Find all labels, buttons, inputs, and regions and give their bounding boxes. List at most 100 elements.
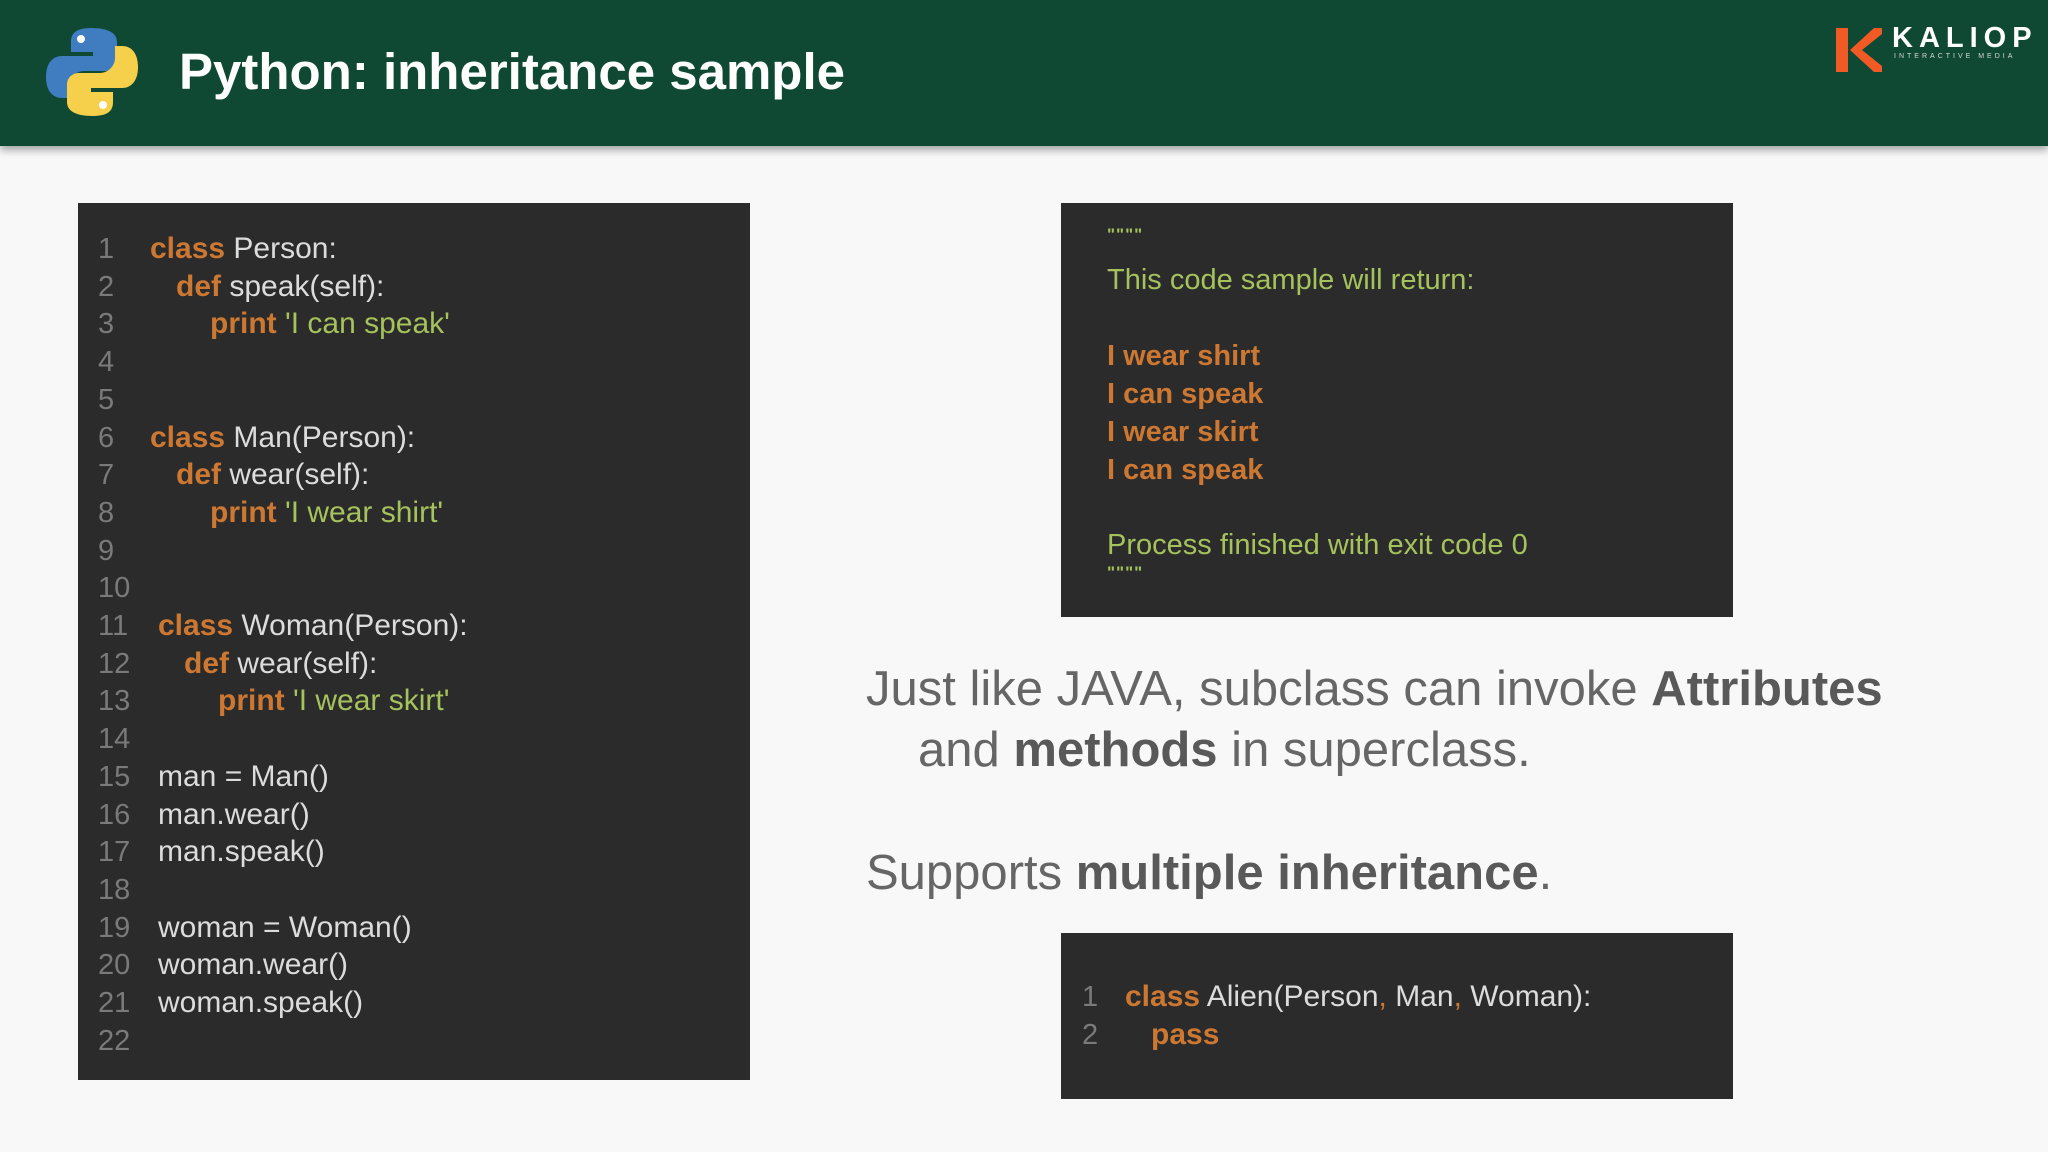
output-result-line: I can speak bbox=[1107, 378, 1264, 410]
line-number: 17 bbox=[98, 836, 131, 869]
code-keyword: print bbox=[210, 307, 277, 341]
output-result-line: I wear skirt bbox=[1107, 416, 1259, 448]
code-text: Alien(Person bbox=[1200, 980, 1379, 1013]
line-number: 22 bbox=[98, 1024, 131, 1057]
slide-header: Python: inheritance sample KALIOP INTERA… bbox=[0, 0, 2048, 146]
line-number: 20 bbox=[98, 949, 131, 982]
code-keyword: print bbox=[218, 684, 285, 718]
output-close-quote: """" bbox=[1107, 563, 1144, 582]
code-text: man = Man() bbox=[158, 759, 329, 793]
line-number: 2 bbox=[1082, 1019, 1099, 1051]
code-line: pass bbox=[1151, 1016, 1219, 1054]
code-keyword: pass bbox=[1151, 1018, 1220, 1051]
code-line: print 'I wear shirt' bbox=[210, 494, 443, 532]
line-number: 7 bbox=[98, 459, 115, 492]
line-number: 8 bbox=[98, 496, 115, 529]
code-block-inheritance: 1 class Person: 2 def speak(self): 3 print 'I… bbox=[78, 203, 750, 1080]
bullet-text: Just like JAVA, subclass can invoke bbox=[866, 662, 1652, 716]
line-number: 6 bbox=[98, 421, 115, 454]
code-line: class Woman(Person): bbox=[158, 607, 468, 645]
code-text: Man bbox=[1386, 980, 1454, 1013]
code-line: class Person: bbox=[150, 230, 337, 268]
line-number: 3 bbox=[98, 308, 115, 341]
code-line: def speak(self): bbox=[176, 268, 384, 306]
bullet-bold: methods bbox=[1013, 723, 1218, 777]
kaliop-k-icon bbox=[1836, 28, 1882, 72]
bullet-inheritance-java-cont: and methods in superclass. bbox=[918, 719, 1531, 781]
line-number: 5 bbox=[98, 383, 115, 416]
code-line: def wear(self): bbox=[184, 645, 377, 683]
line-number: 15 bbox=[98, 760, 131, 793]
bullet-bold: Attributes bbox=[1651, 662, 1883, 716]
line-number: 13 bbox=[98, 685, 131, 718]
code-keyword: print bbox=[210, 495, 277, 529]
output-open-quote: """" bbox=[1107, 225, 1144, 244]
code-line: woman.wear() bbox=[158, 946, 348, 984]
code-text: speak(self): bbox=[221, 269, 385, 303]
line-number: 16 bbox=[98, 798, 131, 831]
code-text: woman.wear() bbox=[158, 948, 349, 982]
code-block-output: """" This code sample will return: I wea… bbox=[1061, 203, 1733, 617]
code-text: woman.speak() bbox=[158, 986, 364, 1019]
bullet-text: in superclass. bbox=[1217, 723, 1531, 777]
line-number: 14 bbox=[98, 723, 131, 756]
code-line: print 'I wear skirt' bbox=[218, 682, 449, 720]
code-text: Woman(Person): bbox=[233, 609, 468, 642]
code-text: wear(self): bbox=[229, 646, 378, 680]
line-number: 1 bbox=[98, 233, 115, 265]
code-line: class Man(Person): bbox=[150, 419, 415, 457]
line-number: 21 bbox=[98, 987, 131, 1019]
output-finish: Process finished with exit code 0 bbox=[1107, 529, 1528, 561]
code-keyword: def bbox=[184, 646, 229, 680]
output-intro: This code sample will return: bbox=[1107, 264, 1475, 296]
code-keyword: class bbox=[1125, 980, 1201, 1013]
bullet-inheritance-java: Just like JAVA, subclass can invoke Attr… bbox=[866, 658, 1883, 720]
bullet-text: Supports bbox=[866, 846, 1076, 900]
code-line: man.wear() bbox=[158, 796, 310, 834]
bullet-multiple-inheritance: Supports multiple inheritance. bbox=[866, 842, 1552, 904]
code-line: print 'I can speak' bbox=[210, 305, 450, 343]
code-line: man.speak() bbox=[158, 833, 325, 871]
output-result-line: I can speak bbox=[1107, 454, 1264, 486]
python-logo-icon bbox=[46, 28, 138, 116]
page-title: Python: inheritance sample bbox=[179, 43, 845, 100]
line-number: 18 bbox=[98, 873, 131, 906]
code-keyword: class bbox=[150, 420, 226, 454]
code-keyword: def bbox=[176, 458, 221, 492]
line-number: 9 bbox=[98, 534, 115, 567]
code-comma: , bbox=[1453, 980, 1462, 1013]
code-text: wear(self): bbox=[221, 458, 370, 492]
code-text: Woman): bbox=[1461, 980, 1592, 1013]
code-string: 'I can speak' bbox=[276, 307, 450, 341]
line-number: 1 bbox=[1082, 981, 1099, 1013]
output-result-line: I wear shirt bbox=[1107, 340, 1261, 372]
code-line: def wear(self): bbox=[176, 456, 369, 494]
bullet-text: . bbox=[1538, 846, 1553, 900]
brand-subtitle: INTERACTIVE MEDIA bbox=[1894, 53, 2016, 60]
code-text: Person: bbox=[225, 232, 337, 265]
code-line: woman = Woman() bbox=[158, 909, 412, 947]
code-line: class Alien(Person, Man, Woman): bbox=[1125, 978, 1591, 1016]
code-keyword: class bbox=[150, 232, 226, 265]
code-block-multiple-inheritance: 1 class Alien(Person, Man, Woman): 2 pas… bbox=[1061, 933, 1733, 1099]
line-number: 19 bbox=[98, 911, 131, 944]
bullet-text: and bbox=[918, 723, 1014, 777]
code-text: Man(Person): bbox=[225, 420, 416, 454]
line-number: 2 bbox=[98, 270, 115, 303]
code-line: man = Man() bbox=[158, 758, 329, 796]
code-comma: , bbox=[1378, 980, 1387, 1013]
brand-name: KALIOP bbox=[1892, 22, 2038, 54]
code-text: man.wear() bbox=[158, 797, 310, 831]
line-number: 4 bbox=[98, 346, 115, 379]
code-keyword: def bbox=[176, 269, 221, 303]
line-number: 12 bbox=[98, 647, 131, 680]
code-text: woman = Woman() bbox=[158, 910, 412, 944]
code-text: man.speak() bbox=[158, 835, 325, 869]
bullet-bold: multiple inheritance bbox=[1075, 846, 1539, 900]
code-line: woman.speak() bbox=[158, 984, 363, 1022]
line-number: 10 bbox=[98, 572, 131, 605]
code-string: 'I wear skirt' bbox=[284, 684, 450, 718]
code-string: 'I wear shirt' bbox=[276, 495, 444, 529]
code-keyword: class bbox=[158, 609, 234, 642]
line-number: 11 bbox=[98, 610, 129, 642]
